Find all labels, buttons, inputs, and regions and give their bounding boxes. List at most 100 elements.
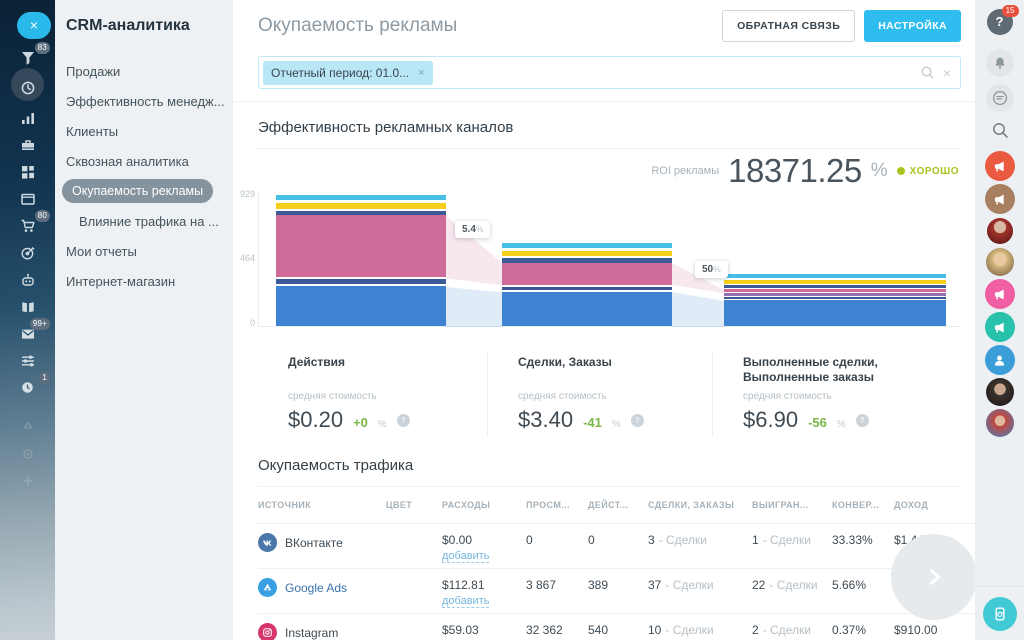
info-icon[interactable]: ? <box>397 414 410 427</box>
avatar <box>986 378 1014 406</box>
roi-value: 18371.25 <box>728 152 862 190</box>
won-count: 2 <box>752 623 759 637</box>
filter-chip-period[interactable]: Отчетный период: 01.0... × <box>263 61 433 85</box>
col-color[interactable]: ЦВЕТ <box>386 500 442 510</box>
stage-card-subtitle: средняя стоимость <box>518 391 704 402</box>
rail-item-tasks[interactable]: 1 <box>0 374 55 401</box>
chat-item-broadcast-brown[interactable] <box>985 184 1015 214</box>
clear-filter-icon[interactable]: × <box>943 65 951 81</box>
funnel-icon <box>20 50 36 66</box>
rail-item-settings[interactable] <box>0 347 55 374</box>
chat-item-avatar[interactable] <box>986 409 1014 437</box>
table-scroll-next-button[interactable] <box>891 534 975 620</box>
rail-item-funnel[interactable]: 83 <box>0 44 55 71</box>
rail-item-assistant[interactable] <box>0 266 55 293</box>
col-actions[interactable]: ДЕЙСТ... <box>588 500 648 510</box>
y-tick: 464 <box>233 253 255 263</box>
close-menu-button[interactable]: × <box>17 12 51 39</box>
col-source[interactable]: ИСТОЧНИК <box>258 500 386 510</box>
info-icon[interactable]: ? <box>856 414 869 427</box>
funnel-flow-blue <box>446 287 502 327</box>
col-views[interactable]: ПРОСМ... <box>526 500 588 510</box>
info-icon[interactable]: ? <box>631 414 644 427</box>
gear-icon <box>21 447 35 461</box>
conversion-badge-2: 50% <box>695 261 728 278</box>
google-ads-icon <box>258 578 277 597</box>
sidebar-item-online-store[interactable]: Интернет-магазин <box>55 266 233 296</box>
table-row[interactable]: ВКонтакте $0.00 добавить 0 0 3- Сделки 1… <box>258 523 975 568</box>
megaphone-icon <box>985 151 1015 181</box>
messenger-button[interactable] <box>986 84 1014 112</box>
rail-item-shop[interactable]: 80 <box>0 212 55 239</box>
won-count: 22 <box>752 578 765 592</box>
sidebar-item-my-reports[interactable]: Мои отчеты <box>55 236 233 266</box>
funnel-bar-stage-3[interactable] <box>724 274 946 326</box>
rail-item-marketing[interactable] <box>0 239 55 266</box>
rail-item-more-3[interactable] <box>0 467 55 494</box>
col-expenses[interactable]: РАСХОДЫ <box>442 500 526 510</box>
chip-close-icon[interactable]: × <box>418 67 424 79</box>
rail-item-sales[interactable] <box>0 131 55 158</box>
conversion-badge-1: 5.4% <box>455 221 490 238</box>
add-expenses-link[interactable]: добавить <box>442 550 489 563</box>
col-deals[interactable]: СДЕЛКИ, ЗАКАЗЫ <box>648 500 752 510</box>
table-row[interactable]: Instagram $59.03 добавить 32 362 540 10-… <box>258 613 975 640</box>
bell-icon <box>993 56 1007 70</box>
funnel-bar-stage-1[interactable] <box>276 195 446 326</box>
rail-item-apps[interactable] <box>0 158 55 185</box>
notifications-button[interactable] <box>986 49 1014 77</box>
roi-status-text: ХОРОШО <box>910 166 959 177</box>
chat-item-avatar[interactable] <box>987 218 1013 244</box>
stage-card-unit: % <box>612 419 621 430</box>
source-name[interactable]: Instagram <box>285 626 338 640</box>
sidebar-item-traffic-influence[interactable]: Влияние трафика на ... <box>55 206 233 236</box>
rail-item-market[interactable] <box>0 293 55 320</box>
rail-item-mail[interactable]: 99+ <box>0 320 55 347</box>
chat-item-broadcast-orange[interactable] <box>985 151 1015 181</box>
rail-item-more-2[interactable] <box>0 440 55 467</box>
search-icon <box>991 121 1009 139</box>
sidebar-item-end-to-end-analytics[interactable]: Сквозная аналитика <box>55 146 233 176</box>
search-button[interactable] <box>991 121 1009 139</box>
settings-button[interactable]: НАСТРОЙКА <box>864 10 961 42</box>
chat-item-user[interactable] <box>985 345 1015 375</box>
clock-icon <box>20 80 36 96</box>
chat-item-broadcast-pink[interactable] <box>985 279 1015 309</box>
plus-icon <box>21 474 35 488</box>
chat-item-broadcast-teal[interactable] <box>985 312 1015 342</box>
sidebar-item-ad-payback[interactable]: Окупаемость рекламы <box>55 176 233 206</box>
stage-card-value: $3.40 <box>518 407 573 433</box>
table-header-row: ИСТОЧНИК ЦВЕТ РАСХОДЫ ПРОСМ... ДЕЙСТ... … <box>258 487 975 523</box>
search-icon[interactable] <box>920 65 935 80</box>
rail-item-more-1[interactable] <box>0 413 55 440</box>
app-root: × 83 80 <box>0 0 1024 640</box>
sidebar-item-sales[interactable]: Продажи <box>55 56 233 86</box>
table-row[interactable]: Google Ads $112.81 добавить 3 867 389 37… <box>258 568 975 613</box>
feedback-button[interactable]: ОБРАТНАЯ СВЯЗЬ <box>722 10 855 42</box>
col-won[interactable]: ВЫИГРАН... <box>752 500 832 510</box>
grid-icon <box>20 164 36 180</box>
rail-item-sites[interactable] <box>0 185 55 212</box>
source-name[interactable]: Google Ads <box>285 581 347 595</box>
rail-item-reports[interactable] <box>0 104 55 131</box>
roi-label: ROI рекламы <box>651 165 719 177</box>
chat-item-avatar[interactable] <box>986 248 1014 276</box>
rail-item-time[interactable] <box>0 71 55 104</box>
col-income[interactable]: ДОХОД <box>894 500 975 510</box>
filter-search-bar[interactable]: Отчетный период: 01.0... × × <box>258 56 961 89</box>
help-button[interactable]: ? 15 <box>987 9 1013 35</box>
sidebar-item-manager-efficiency[interactable]: Эффективность менедж... <box>55 86 233 116</box>
add-expenses-link[interactable]: добавить <box>442 595 489 608</box>
col-conversion[interactable]: КОНВЕР... <box>832 500 894 510</box>
chat-item-avatar[interactable] <box>986 378 1014 406</box>
actions-value: 389 <box>588 578 648 592</box>
funnel-bar-stage-2[interactable] <box>502 243 672 326</box>
source-name[interactable]: ВКонтакте <box>285 536 343 550</box>
expenses-value: $59.03 <box>442 623 479 637</box>
sidebar-item-clients[interactable]: Клиенты <box>55 116 233 146</box>
rail-badge: 99+ <box>30 318 50 330</box>
crm-analytics-menu: CRM-аналитика Продажи Эффективность мене… <box>55 0 233 640</box>
chat-bubble-icon <box>992 90 1008 106</box>
mobile-export-button[interactable] <box>983 597 1017 631</box>
stage-card-completed: Выполненные сделки, Выполненные заказы с… <box>712 351 961 437</box>
